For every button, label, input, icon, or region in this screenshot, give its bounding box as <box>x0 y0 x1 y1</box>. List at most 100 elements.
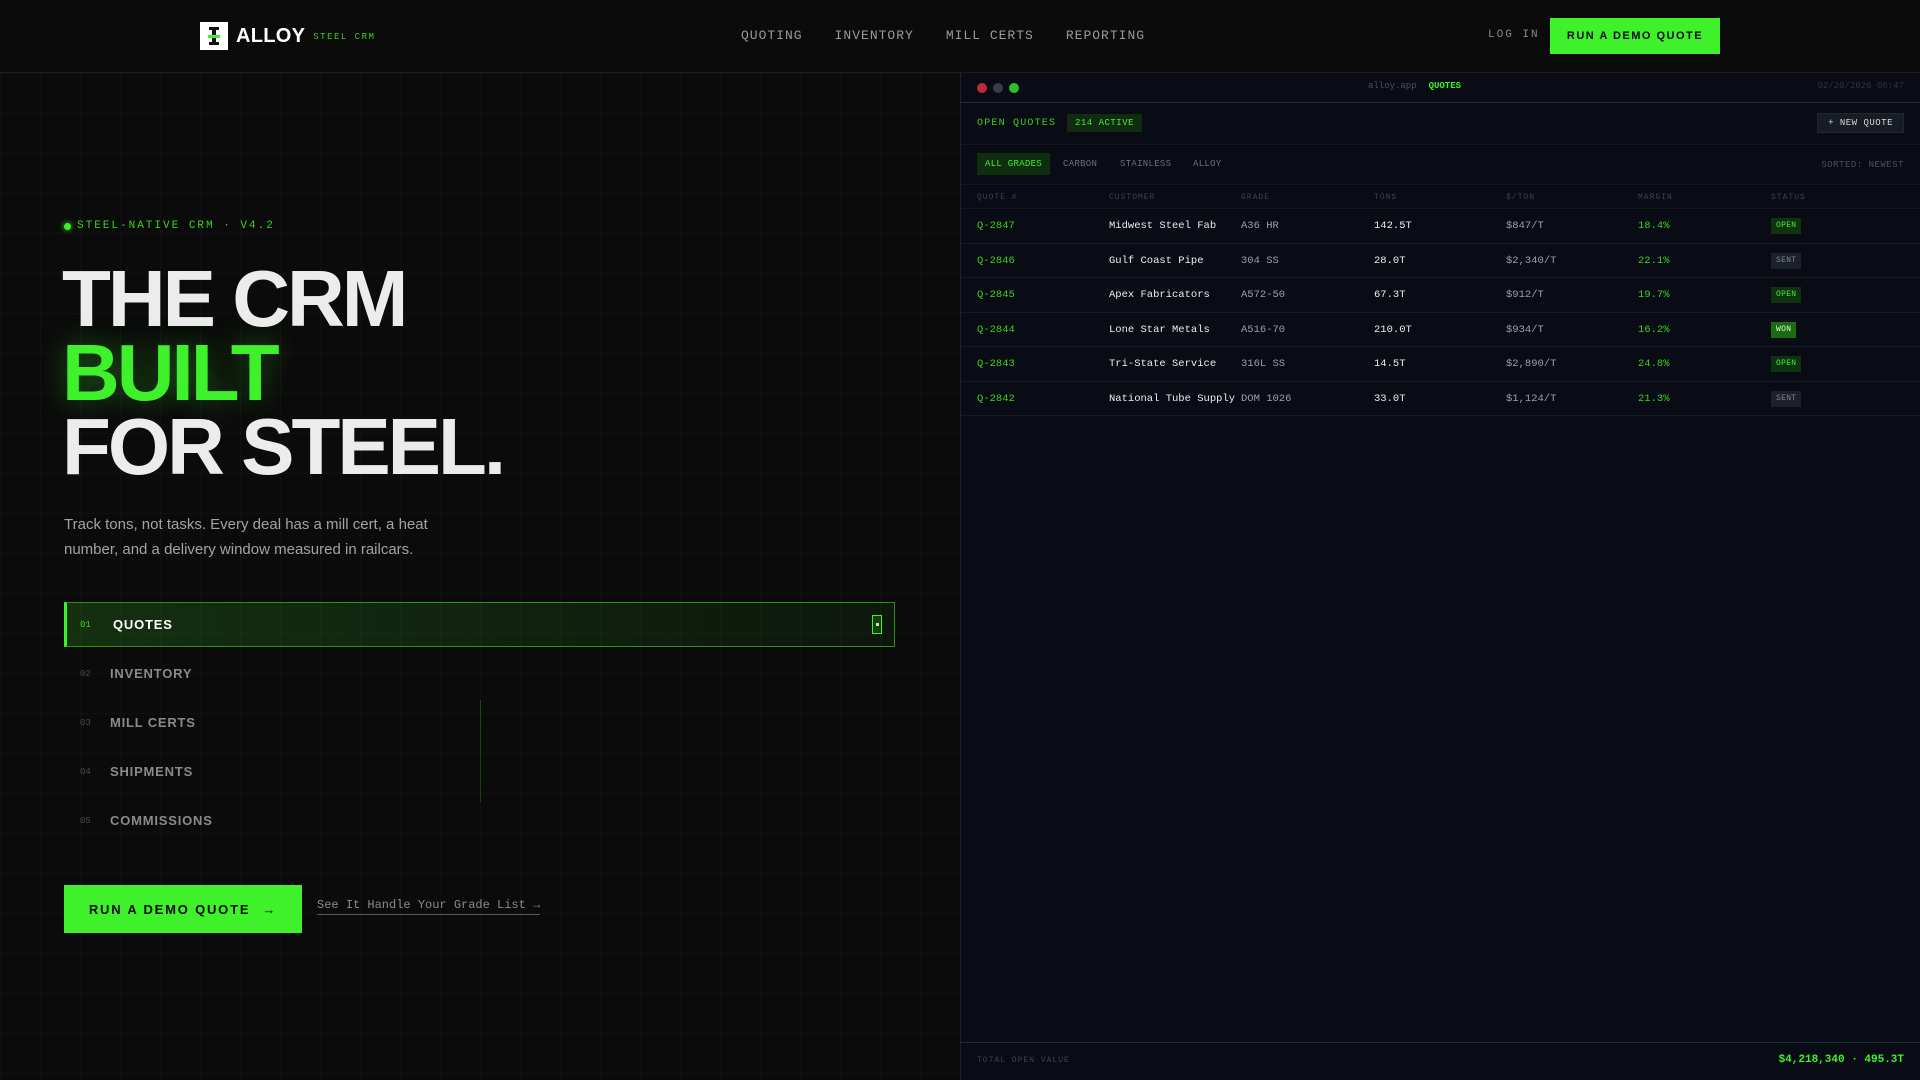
brand-tagline: STEEL CRM <box>313 32 376 42</box>
table-row[interactable]: Q-2842 National Tube Supply DOM 1026 33.… <box>961 382 1920 416</box>
column-header-tons[interactable]: TONS <box>1374 193 1397 202</box>
tons: 33.0T <box>1374 392 1406 405</box>
price-per-ton: $2,340/T <box>1506 254 1557 267</box>
margin: 18.4% <box>1638 220 1670 232</box>
status-badge: OPEN <box>1771 356 1802 372</box>
quote-id: Q-2842 <box>977 392 1015 405</box>
minimize-window-icon[interactable] <box>993 83 1003 93</box>
panel-footer: TOTAL OPEN VALUE $4,218,340 · 495.3T <box>961 1042 1920 1080</box>
quote-id: Q-2847 <box>977 220 1015 232</box>
price-per-ton: $912/T <box>1506 289 1544 301</box>
nav-demo-quote-button[interactable]: RUN A DEMO QUOTE <box>1550 18 1720 54</box>
feature-item-inventory[interactable]: 02 INVENTORY <box>64 651 895 696</box>
filter-all-grades[interactable]: ALL GRADES <box>977 153 1051 175</box>
window-titlebar: alloy.app QUOTES 02/20/2026 06:47 <box>961 73 1920 103</box>
tons: 28.0T <box>1374 254 1406 267</box>
grade: A36 HR <box>1241 220 1279 232</box>
feature-number: 02 <box>80 668 91 679</box>
table-row[interactable]: Q-2843 Tri-State Service 316L SS 14.5T $… <box>961 347 1920 382</box>
hero-subcopy: Track tons, not tasks. Every deal has a … <box>64 516 428 558</box>
feature-item-commissions[interactable]: 05 COMMISSIONS <box>64 798 895 843</box>
feature-label: QUOTES <box>113 617 173 632</box>
brand-logo[interactable]: ALLOY STEEL CRM <box>200 22 375 50</box>
top-navigation: ALLOY STEEL CRM QUOTING INVENTORY MILL C… <box>0 0 1920 73</box>
customer-name: Tri-State Service <box>1109 358 1217 370</box>
table-header: QUOTE # CUSTOMER GRADE TONS $/TON MARGIN… <box>961 185 1920 209</box>
hero-cta-label: RUN A DEMO QUOTE <box>88 901 251 917</box>
hero-eyebrow: STEEL-NATIVE CRM · V4.2 <box>64 220 275 232</box>
price-per-ton: $934/T <box>1506 323 1544 336</box>
maximize-window-icon[interactable] <box>1009 83 1019 93</box>
close-window-icon[interactable] <box>977 83 987 93</box>
customer-name: Lone Star Metals <box>1109 323 1210 336</box>
column-header-margin[interactable]: MARGIN <box>1638 193 1673 202</box>
grade-filters: ALL GRADES CARBON STAINLESS ALLOY SORTED… <box>961 145 1920 185</box>
breadcrumb-host: alloy.app <box>1368 81 1417 91</box>
new-quote-button[interactable]: + NEW QUOTE <box>1817 113 1904 133</box>
nav-link-inventory[interactable]: INVENTORY <box>835 28 914 43</box>
price-per-ton: $847/T <box>1506 220 1544 232</box>
feature-number: 04 <box>80 766 91 777</box>
quotes-table-body: Q-2847 Midwest Steel Fab A36 HR 142.5T $… <box>961 209 1920 416</box>
total-open-value-label: TOTAL OPEN VALUE <box>977 1056 1070 1065</box>
feature-label: COMMISSIONS <box>110 813 213 828</box>
breadcrumb: alloy.app QUOTES <box>1368 81 1461 91</box>
table-row[interactable]: Q-2846 Gulf Coast Pipe 304 SS 28.0T $2,3… <box>961 244 1920 278</box>
grade: 304 SS <box>1241 254 1279 267</box>
feature-number: 05 <box>80 815 91 826</box>
feature-number: 01 <box>80 619 91 630</box>
price-per-ton: $1,124/T <box>1506 392 1557 405</box>
total-open-value: $4,218,340 · 495.3T <box>1778 1054 1904 1066</box>
status-badge: SENT <box>1771 252 1802 269</box>
nav-link-reporting[interactable]: REPORTING <box>1066 28 1145 43</box>
table-row[interactable]: Q-2847 Midwest Steel Fab A36 HR 142.5T $… <box>961 209 1920 244</box>
column-header-customer[interactable]: CUSTOMER <box>1109 193 1155 202</box>
customer-name: Midwest Steel Fab <box>1109 220 1217 232</box>
feature-number: 03 <box>80 717 91 728</box>
grade-list-link[interactable]: See It Handle Your Grade List → <box>317 898 541 915</box>
nav-links: QUOTING INVENTORY MILL CERTS REPORTING <box>741 28 1145 43</box>
price-per-ton: $2,890/T <box>1506 358 1557 370</box>
steel-beam-icon <box>200 22 228 50</box>
headline-line-3: FOR STEEL. <box>62 402 506 491</box>
feature-label: MILL CERTS <box>110 715 196 730</box>
quote-id: Q-2843 <box>977 358 1015 370</box>
status-badge: OPEN <box>1771 218 1802 234</box>
grade: DOM 1026 <box>1241 392 1292 405</box>
brand-name: ALLOY <box>236 24 306 47</box>
sort-indicator[interactable]: SORTED: NEWEST <box>1821 160 1904 170</box>
table-row[interactable]: Q-2845 Apex Fabricators A572-50 67.3T $9… <box>961 278 1920 313</box>
eyebrow-text: STEEL-NATIVE CRM · V4.2 <box>77 220 275 232</box>
column-header-quote[interactable]: QUOTE # <box>977 193 1018 202</box>
tons: 67.3T <box>1374 289 1406 301</box>
status-badge: SENT <box>1771 390 1802 407</box>
filter-carbon[interactable]: CARBON <box>1055 153 1105 175</box>
login-link[interactable]: LOG IN <box>1488 29 1540 41</box>
column-header-price[interactable]: $/TON <box>1506 193 1535 202</box>
filter-stainless[interactable]: STAINLESS <box>1112 153 1179 175</box>
margin: 19.7% <box>1638 289 1670 301</box>
quote-id: Q-2845 <box>977 289 1015 301</box>
nav-link-quoting[interactable]: QUOTING <box>741 28 803 43</box>
tons: 210.0T <box>1374 323 1412 336</box>
filter-alloy[interactable]: ALLOY <box>1185 153 1230 175</box>
quote-id: Q-2846 <box>977 254 1015 267</box>
customer-name: Gulf Coast Pipe <box>1109 254 1204 267</box>
nav-link-mill-certs[interactable]: MILL CERTS <box>946 28 1034 43</box>
grade: A516-70 <box>1241 323 1286 336</box>
grade: A572-50 <box>1241 289 1286 301</box>
tons: 142.5T <box>1374 220 1412 232</box>
quote-id: Q-2844 <box>977 323 1015 336</box>
hero-demo-quote-button[interactable]: RUN A DEMO QUOTE → <box>64 885 302 933</box>
status-dot-icon <box>64 222 71 230</box>
feature-item-quotes[interactable]: 01 QUOTES <box>64 602 895 647</box>
status-badge: OPEN <box>1771 287 1802 303</box>
breadcrumb-page: QUOTES <box>1428 81 1462 91</box>
table-row[interactable]: Q-2844 Lone Star Metals A516-70 210.0T $… <box>961 313 1920 347</box>
app-preview-panel: alloy.app QUOTES 02/20/2026 06:47 OPEN QU… <box>960 73 1920 1080</box>
feature-label: INVENTORY <box>110 666 193 681</box>
column-header-grade[interactable]: GRADE <box>1241 193 1270 202</box>
hero-headline: THE CRM BUILT FOR STEEL. <box>62 259 506 491</box>
column-header-status[interactable]: STATUS <box>1771 193 1806 202</box>
customer-name: Apex Fabricators <box>1109 289 1210 301</box>
